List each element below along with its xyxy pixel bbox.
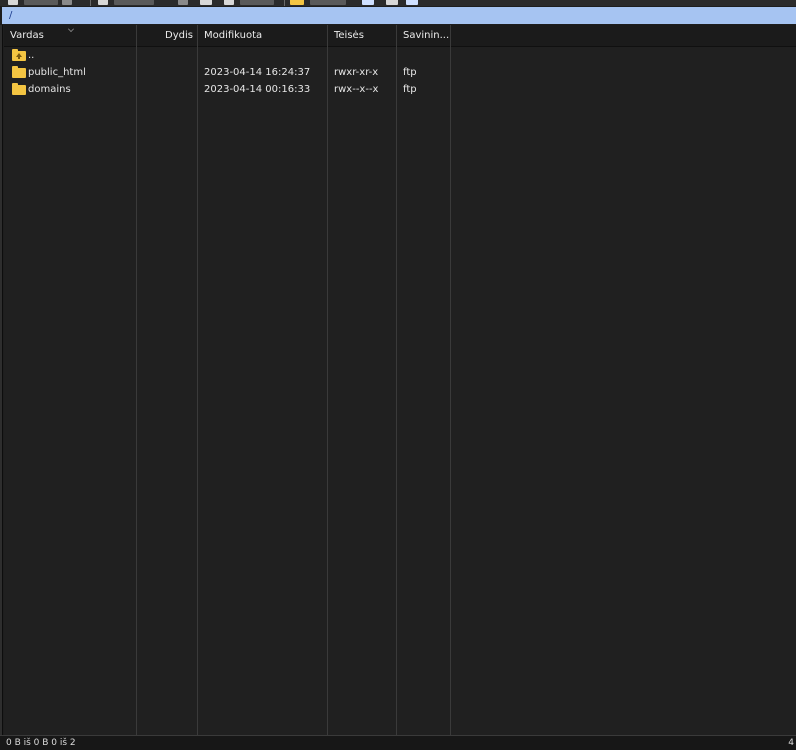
status-bar: 0 B iš 0 B 0 iš 2 4 xyxy=(0,735,796,750)
toolbar-icon[interactable] xyxy=(8,0,18,5)
column-divider xyxy=(450,47,451,735)
status-count: 4 xyxy=(788,738,794,748)
folder-up-icon xyxy=(12,49,26,61)
column-header-owner[interactable]: Savinin... xyxy=(397,25,451,47)
file-name: public_html xyxy=(28,67,86,78)
file-row[interactable]: public_html 2023-04-14 16:24:37 rwxr-xr-… xyxy=(4,64,454,81)
toolbar-icon[interactable] xyxy=(114,0,154,5)
file-name: domains xyxy=(28,84,71,95)
toolbar-icon[interactable] xyxy=(224,0,234,5)
sort-chevron-icon xyxy=(68,26,74,32)
file-owner: ftp xyxy=(403,84,417,95)
toolbar-icon[interactable] xyxy=(310,0,346,5)
toolbar-icon[interactable] xyxy=(200,0,212,5)
toolbar-icon[interactable] xyxy=(386,0,398,5)
toolbar-icon[interactable] xyxy=(178,0,188,5)
file-permissions: rwxr-xr-x xyxy=(334,67,379,78)
file-row[interactable]: domains 2023-04-14 00:16:33 rwx--x--x ft… xyxy=(4,81,454,98)
file-modified: 2023-04-14 16:24:37 xyxy=(204,67,311,78)
panel-frame xyxy=(0,25,3,735)
file-owner: ftp xyxy=(403,67,417,78)
column-divider xyxy=(327,47,328,735)
toolbar xyxy=(0,0,796,6)
file-permissions: rwx--x--x xyxy=(334,84,379,95)
column-header-permissions[interactable]: Teisės xyxy=(328,25,397,47)
file-manager-window: / Vardas Dydis Modifikuota Teisės Savini… xyxy=(0,0,796,750)
column-divider xyxy=(197,47,198,735)
column-headers: Vardas Dydis Modifikuota Teisės Savinin.… xyxy=(4,25,796,47)
toolbar-separator xyxy=(284,0,285,6)
toolbar-icon[interactable] xyxy=(62,0,72,5)
file-modified: 2023-04-14 00:16:33 xyxy=(204,84,311,95)
column-divider xyxy=(396,47,397,735)
toolbar-icon[interactable] xyxy=(406,0,418,5)
column-header-modified[interactable]: Modifikuota xyxy=(198,25,328,47)
folder-icon xyxy=(12,66,26,78)
file-row-parent[interactable]: .. xyxy=(4,47,454,64)
folder-icon xyxy=(12,83,26,95)
toolbar-icon[interactable] xyxy=(98,0,108,5)
folder-icon[interactable] xyxy=(290,0,304,5)
file-list[interactable]: .. public_html 2023-04-14 16:24:37 rwxr-… xyxy=(4,47,796,735)
current-path: / xyxy=(9,10,13,21)
toolbar-separator xyxy=(90,0,91,6)
column-header-name[interactable]: Vardas xyxy=(4,25,137,47)
toolbar-icon[interactable] xyxy=(24,0,58,5)
column-divider xyxy=(136,47,137,735)
toolbar-icon[interactable] xyxy=(362,0,374,5)
toolbar-icon[interactable] xyxy=(240,0,274,5)
status-selection: 0 B iš 0 B 0 iš 2 xyxy=(6,738,76,748)
column-header-size[interactable]: Dydis xyxy=(137,25,198,47)
path-bar[interactable]: / xyxy=(2,7,796,24)
file-name: .. xyxy=(28,50,35,61)
